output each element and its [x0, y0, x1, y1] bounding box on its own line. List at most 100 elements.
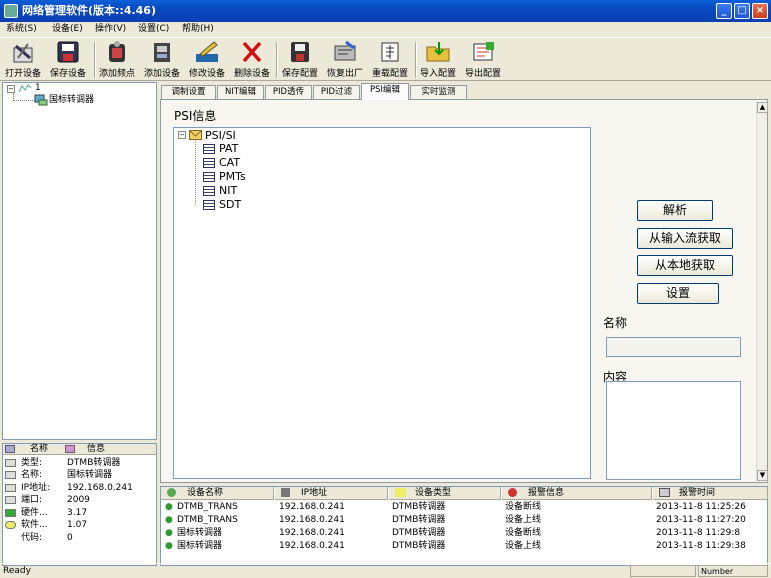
- network-icon: [18, 84, 32, 93]
- minimize-button[interactable]: _: [716, 3, 732, 19]
- add-frequency-icon: [104, 40, 130, 64]
- psi-item-nit[interactable]: NIT: [219, 184, 237, 197]
- menu-bar: 系统(S) 设备(E) 操作(V) 设置(C) 帮助(H): [0, 22, 771, 37]
- import-config-button[interactable]: 导入配置: [418, 40, 458, 80]
- col-device-name[interactable]: 设备名称: [161, 487, 274, 500]
- add-device-button[interactable]: 添加设备: [142, 40, 182, 80]
- device-icon: ●: [165, 528, 173, 538]
- menu-system[interactable]: 系统(S): [6, 22, 37, 37]
- reload-config-button[interactable]: 重载配置: [369, 40, 411, 80]
- restore-icon: [332, 40, 358, 64]
- device-icon: ●: [165, 515, 173, 525]
- menu-help[interactable]: 帮助(H): [182, 22, 214, 37]
- alarm-list: 设备名称 IP地址 设备类型 报警信息 报警时间 ● DTMB_TRANS 19…: [160, 486, 768, 566]
- port-icon: [5, 496, 16, 504]
- psi-info-label: PSI信息: [174, 109, 217, 123]
- save-device-button[interactable]: 保存设备: [48, 40, 88, 80]
- scroll-up-icon: ▲: [757, 102, 768, 113]
- psi-item-sdt[interactable]: SDT: [219, 198, 241, 211]
- status-text: Ready: [3, 566, 31, 576]
- psi-item-pmts[interactable]: PMTs: [219, 170, 246, 183]
- alarm-icon: [508, 488, 517, 497]
- info-column-icon: [65, 445, 75, 453]
- table-row[interactable]: ● DTMB_TRANS 192.168.0.241 DTMB转调器 设备断线 …: [161, 501, 767, 514]
- scroll-down-icon: ▼: [757, 470, 768, 481]
- tab-psi-edit[interactable]: PSI编辑: [361, 83, 409, 100]
- delete-icon: [239, 40, 265, 64]
- set-button[interactable]: 设置: [637, 283, 719, 304]
- type-icon: [5, 459, 16, 467]
- psi-tree: − PSI/SI PAT CAT PMTs NIT SDT: [173, 127, 591, 479]
- import-folder-icon: [425, 40, 451, 64]
- save-config-button[interactable]: 保存配置: [279, 40, 321, 80]
- edit-device-button[interactable]: 修改设备: [187, 40, 227, 80]
- menu-operate[interactable]: 操作(V): [95, 22, 126, 37]
- device-icon: [167, 488, 176, 497]
- psi-collapse-toggle[interactable]: −: [178, 131, 186, 139]
- add-frequency-button[interactable]: 添加频点: [97, 40, 137, 80]
- table-icon: [203, 200, 215, 210]
- table-icon: [203, 144, 215, 154]
- name-column-icon: [5, 445, 15, 453]
- menu-settings[interactable]: 设置(C): [138, 22, 169, 37]
- col-alarm-time[interactable]: 报警时间: [653, 487, 768, 500]
- tab-nit-edit[interactable]: NIT编辑: [217, 85, 264, 99]
- col-alarm-info[interactable]: 报警信息: [502, 487, 652, 500]
- name-field[interactable]: [606, 337, 741, 357]
- parse-button[interactable]: 解析: [637, 200, 713, 221]
- factory-reset-button[interactable]: 恢复出厂: [324, 40, 366, 80]
- open-device-button[interactable]: 打开设备: [3, 40, 43, 80]
- tree-device-label[interactable]: 国标转调器: [49, 95, 94, 106]
- type-icon: [395, 488, 406, 497]
- get-from-input-stream-button[interactable]: 从输入流获取: [637, 228, 733, 249]
- device-node-icon: [34, 94, 48, 106]
- maximize-button[interactable]: □: [734, 3, 750, 19]
- tab-pid-passthrough[interactable]: PID透传: [265, 85, 312, 99]
- table-row[interactable]: ● DTMB_TRANS 192.168.0.241 DTMB转调器 设备上线 …: [161, 514, 767, 527]
- app-icon: [4, 4, 18, 18]
- add-device-icon: [149, 40, 175, 64]
- tab-pid-filter[interactable]: PID过滤: [313, 85, 360, 99]
- col-device-type[interactable]: 设备类型: [389, 487, 501, 500]
- open-device-icon: [10, 40, 36, 64]
- props-info-header: 信息: [87, 444, 106, 454]
- table-icon: [203, 186, 215, 196]
- props-name-header: 名称: [30, 444, 49, 454]
- name-label: 名称: [603, 316, 628, 330]
- close-button[interactable]: ×: [752, 3, 768, 19]
- delete-device-button[interactable]: 删除设备: [232, 40, 272, 80]
- get-from-local-button[interactable]: 从本地获取: [637, 255, 733, 276]
- status-number-indicator: Number: [698, 565, 768, 577]
- tab-modulation[interactable]: 调制设置: [161, 85, 216, 99]
- tree-collapse-toggle[interactable]: −: [7, 85, 15, 93]
- table-icon: [203, 172, 215, 182]
- table-row[interactable]: ● 国标转调器 192.168.0.241 DTMB转调器 设备上线 2013-…: [161, 540, 767, 553]
- tab-realtime-monitor[interactable]: 实时监测: [410, 85, 467, 99]
- psi-root-label[interactable]: PSI/SI: [205, 129, 236, 142]
- lightbulb-icon: [5, 521, 16, 529]
- save-device-icon: [55, 40, 81, 64]
- menu-device[interactable]: 设备(E): [52, 22, 83, 37]
- reload-icon: [377, 40, 403, 64]
- folder-icon: [189, 130, 202, 140]
- psi-item-cat[interactable]: CAT: [219, 156, 240, 169]
- export-icon: [470, 40, 496, 64]
- title-bar: 网络管理软件(版本::4.46) _ □ ×: [0, 0, 771, 22]
- table-row[interactable]: ● 国标转调器 192.168.0.241 DTMB转调器 设备断线 2013-…: [161, 527, 767, 540]
- device-tree: − 1 国标转调器: [2, 82, 157, 440]
- psi-item-pat[interactable]: PAT: [219, 142, 238, 155]
- ip-icon: [281, 488, 290, 497]
- export-config-button[interactable]: 导出配置: [462, 40, 504, 80]
- device-properties: 名称 信息 类型: DTMB转调器 名称: 国标转调器 IP地址: 192.168.0…: [2, 443, 157, 566]
- content-textarea[interactable]: [606, 381, 741, 480]
- status-bar: Ready Number: [0, 563, 771, 578]
- properties-header: 名称 信息: [3, 444, 156, 455]
- edit-device-icon: [194, 40, 220, 64]
- window-title: 网络管理软件(版本::4.46): [22, 4, 156, 17]
- ip-icon: [5, 484, 16, 492]
- panel-scrollbar[interactable]: ▲ ▼: [756, 102, 768, 481]
- tree-root-label[interactable]: 1: [35, 83, 41, 94]
- col-ip-address[interactable]: IP地址: [275, 487, 388, 500]
- toolbar: 打开设备 保存设备 添加频点 添加设备 修改设备 删除设备 保存配置 恢复出厂 …: [0, 37, 771, 81]
- table-icon: [203, 158, 215, 168]
